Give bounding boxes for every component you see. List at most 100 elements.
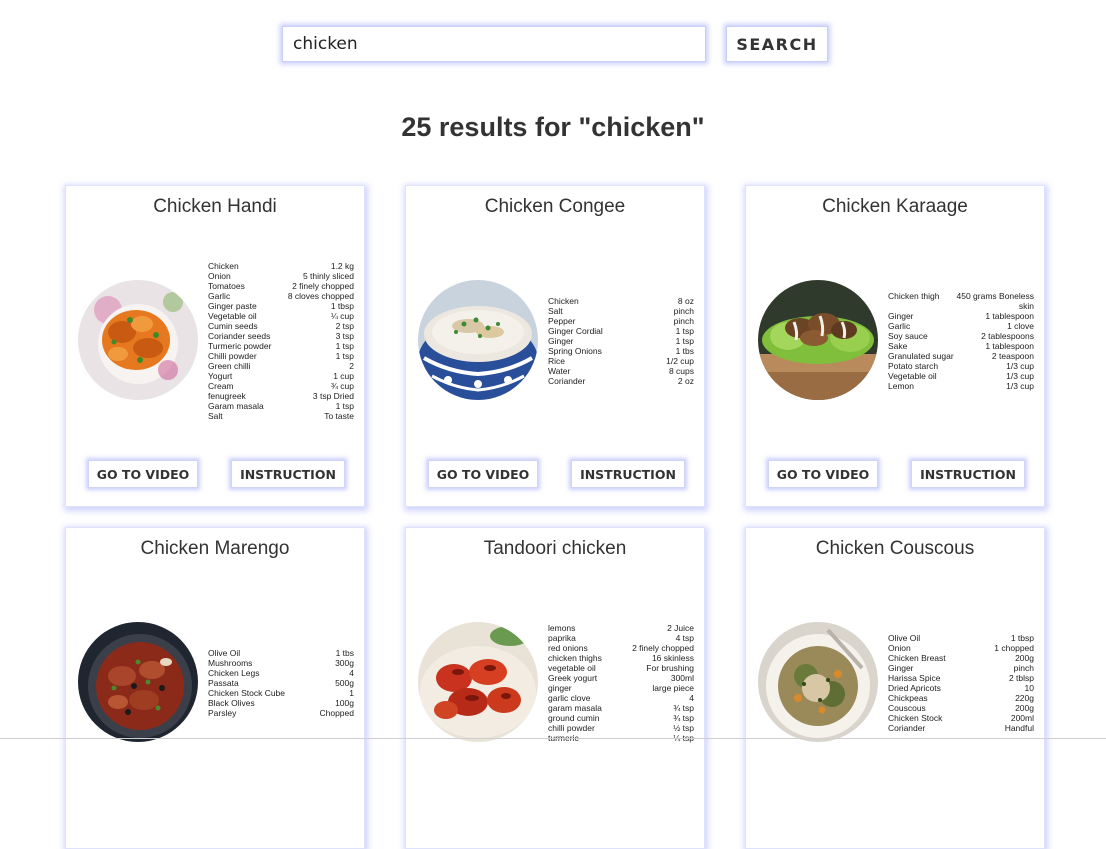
instruction-button[interactable]: INSTRUCTION bbox=[571, 460, 685, 488]
ingredient-name: Tomatoes bbox=[208, 281, 245, 291]
search-button[interactable]: SEARCH bbox=[726, 26, 828, 62]
ingredient-amount: 200g bbox=[1015, 703, 1034, 713]
ingredient-amount: 1/3 cup bbox=[1006, 361, 1034, 371]
ingredient-amount: ¾ tsp bbox=[673, 713, 694, 723]
ingredient-name: Vegetable oil bbox=[888, 371, 937, 381]
ingredient-name: Harissa Spice bbox=[888, 673, 941, 683]
ingredient-amount: 2 oz bbox=[677, 376, 694, 386]
ingredient-name: Ginger bbox=[548, 336, 574, 346]
ingredient-list: Chicken 8 oz Salt pinch Pepper pinch Ginger… bbox=[548, 262, 694, 420]
go-to-video-button[interactable]: GO TO VIDEO bbox=[428, 460, 538, 488]
ingredient-amount: 8 oz bbox=[677, 296, 694, 306]
ingredient-row: vegetable oil For brushing bbox=[548, 663, 694, 673]
ingredient-name: Passata bbox=[208, 678, 239, 688]
recipe-card: Chicken Karaage Chicken thigh 450 grams B… bbox=[745, 185, 1045, 507]
ingredient-row: lemons 2 Juice bbox=[548, 623, 694, 633]
instruction-button[interactable]: INSTRUCTION bbox=[231, 460, 345, 488]
ingredient-name: Chicken thigh bbox=[888, 291, 940, 301]
ingredient-row: Pepper pinch bbox=[548, 316, 694, 326]
ingredient-amount: 1 tsp bbox=[335, 401, 354, 411]
ingredient-name: Chilli powder bbox=[208, 351, 257, 361]
ingredient-amount: 1 tsp bbox=[335, 341, 354, 351]
ingredient-row: Tomatoes 2 finely chopped bbox=[208, 281, 354, 291]
ingredient-row: Chicken thigh 450 grams Boneless skin bbox=[888, 291, 1034, 311]
ingredient-name: Lemon bbox=[888, 381, 914, 391]
instruction-button[interactable]: INSTRUCTION bbox=[911, 460, 1025, 488]
ingredient-name: Cream bbox=[208, 381, 234, 391]
ingredient-row: Granulated sugar 2 teaspoon bbox=[888, 351, 1034, 361]
ingredient-name: Soy sauce bbox=[888, 331, 928, 341]
ingredient-amount: pinch bbox=[673, 306, 694, 316]
ingredient-amount: 3 tsp Dried bbox=[312, 391, 354, 401]
ingredient-amount: 450 grams Boneless skin bbox=[956, 291, 1035, 311]
ingredient-row: Chicken Stock Cube 1 bbox=[208, 688, 354, 698]
go-to-video-button[interactable]: GO TO VIDEO bbox=[768, 460, 878, 488]
ingredient-name: Garam masala bbox=[208, 401, 264, 411]
ingredient-name: Cumin seeds bbox=[208, 321, 258, 331]
ingredient-row: Harissa Spice 2 tblsp bbox=[888, 673, 1034, 683]
ingredient-row: Water 8 cups bbox=[548, 366, 694, 376]
ingredient-name: Chicken Legs bbox=[208, 668, 260, 678]
ingredient-row: Greek yogurt 300ml bbox=[548, 673, 694, 683]
ingredient-amount: 2 tblsp bbox=[1008, 673, 1034, 683]
ingredient-amount: 4 bbox=[349, 668, 354, 678]
ingredient-name: Granulated sugar bbox=[888, 351, 954, 361]
ingredient-name: Ginger Cordial bbox=[548, 326, 603, 336]
recipe-card: Chicken Couscous Olive Oil 1 tbsp Onion 1 … bbox=[745, 527, 1045, 849]
ingredient-row: Salt To taste bbox=[208, 411, 354, 421]
ingredient-name: Salt bbox=[548, 306, 563, 316]
ingredient-row: garlic clove 4 bbox=[548, 693, 694, 703]
ingredient-row: Vegetable oil ¼ cup bbox=[208, 311, 354, 321]
ingredient-row: Chicken Stock 200ml bbox=[888, 713, 1034, 723]
ingredient-name: Coriander bbox=[888, 723, 926, 733]
ingredient-name: Black Olives bbox=[208, 698, 255, 708]
viewport-edge-divider bbox=[0, 738, 1106, 739]
ingredient-list: Chicken 1.2 kg Onion 5 thinly sliced Tomat… bbox=[208, 261, 354, 421]
ingredient-row: red onions 2 finely chopped bbox=[548, 643, 694, 653]
ingredient-amount: 300g bbox=[335, 658, 354, 668]
recipe-card: Tandoori chicken lemons 2 Juice paprika 4 … bbox=[405, 527, 705, 849]
ingredient-amount: 500g bbox=[335, 678, 354, 688]
ingredient-name: Green chilli bbox=[208, 361, 251, 371]
ingredient-name: Chicken bbox=[548, 296, 579, 306]
ingredient-amount: Handful bbox=[1004, 723, 1034, 733]
ingredient-amount: ¾ cup bbox=[330, 381, 354, 391]
ingredient-row: chicken thighs 16 skinless bbox=[548, 653, 694, 663]
ingredient-name: Rice bbox=[548, 356, 566, 366]
ingredient-amount: 5 thinly sliced bbox=[302, 271, 354, 281]
ingredient-name: vegetable oil bbox=[548, 663, 596, 673]
ingredient-amount: 8 cups bbox=[668, 366, 694, 376]
go-to-video-button[interactable]: GO TO VIDEO bbox=[88, 460, 198, 488]
ingredient-row: paprika 4 tsp bbox=[548, 633, 694, 643]
ingredient-name: Olive Oil bbox=[208, 648, 241, 658]
ingredient-name: Garlic bbox=[888, 321, 911, 331]
ingredient-name: Mushrooms bbox=[208, 658, 253, 668]
recipe-card: Chicken Marengo Olive Oil 1 tbs Mushrooms… bbox=[65, 527, 365, 849]
ingredient-row: Olive Oil 1 tbsp bbox=[888, 633, 1034, 643]
ingredient-row: Cumin seeds 2 tsp bbox=[208, 321, 354, 331]
ingredient-amount: To taste bbox=[324, 411, 354, 421]
ingredient-row: Spring Onions 1 tbs bbox=[548, 346, 694, 356]
ingredient-amount: 2 Juice bbox=[667, 623, 694, 633]
ingredient-amount: 1 tbsp bbox=[330, 301, 354, 311]
curry-dish-image bbox=[78, 280, 198, 400]
ingredient-row: Yogurt 1 cup bbox=[208, 371, 354, 381]
ingredient-name: Salt bbox=[208, 411, 223, 421]
ingredient-row: Sake 1 tablespoon bbox=[888, 341, 1034, 351]
ingredient-row: Ginger pinch bbox=[888, 663, 1034, 673]
ingredient-row: Olive Oil 1 tbs bbox=[208, 648, 354, 658]
ingredient-amount: 2 finely chopped bbox=[632, 643, 694, 653]
ingredient-name: Yogurt bbox=[208, 371, 233, 381]
ingredient-amount: 200g bbox=[1015, 653, 1034, 663]
ingredient-name: ginger bbox=[548, 683, 572, 693]
ingredient-amount: 1/2 cup bbox=[666, 356, 694, 366]
ingredient-amount: 8 cloves chopped bbox=[287, 291, 354, 301]
ingredient-name: Onion bbox=[208, 271, 231, 281]
ingredient-row: Ginger Cordial 1 tsp bbox=[548, 326, 694, 336]
ingredient-row: Salt pinch bbox=[548, 306, 694, 316]
ingredient-row: Ginger paste 1 tbsp bbox=[208, 301, 354, 311]
ingredient-row: Chickpeas 220g bbox=[888, 693, 1034, 703]
search-input[interactable] bbox=[282, 26, 706, 62]
ingredient-amount: 220g bbox=[1015, 693, 1034, 703]
ingredient-row: Garam masala 1 tsp bbox=[208, 401, 354, 411]
